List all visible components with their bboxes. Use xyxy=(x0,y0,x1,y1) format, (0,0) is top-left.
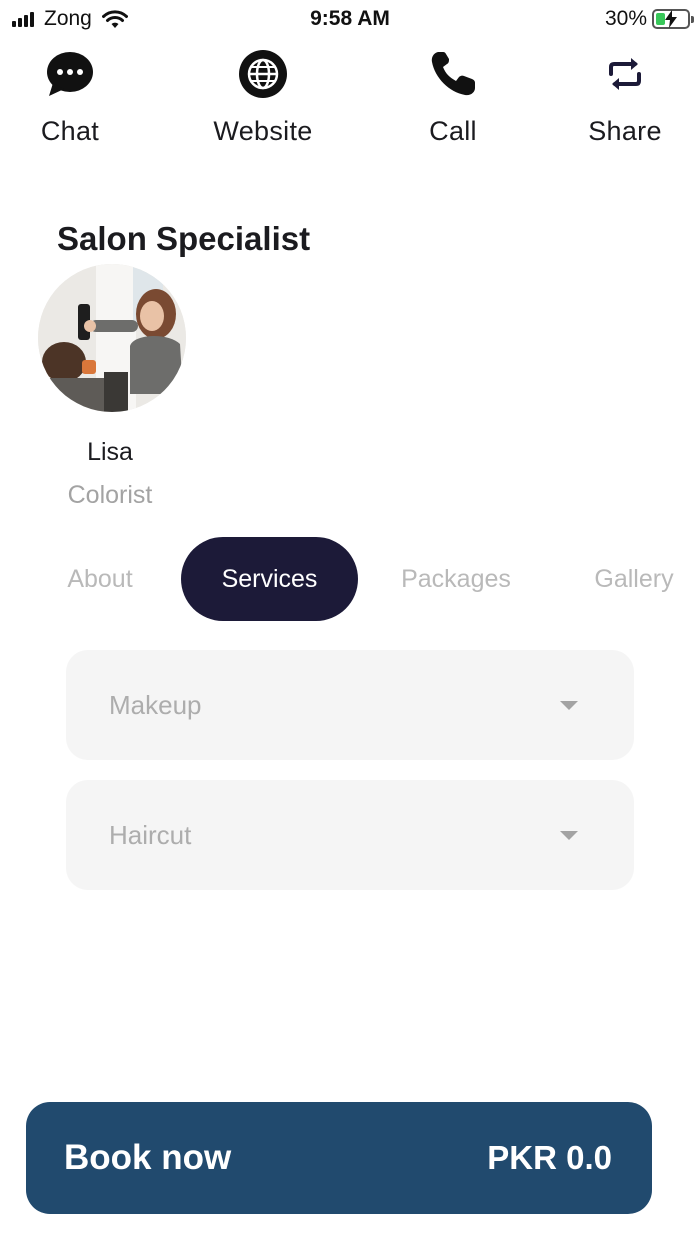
chat-bubble-icon xyxy=(44,48,96,100)
caret-down-icon xyxy=(560,701,578,710)
chat-action[interactable]: Chat xyxy=(0,48,140,147)
status-time: 9:58 AM xyxy=(310,7,390,30)
tab-services-label: Services xyxy=(221,564,318,593)
tab-about-label: About xyxy=(67,564,133,593)
share-repeat-icon xyxy=(599,48,651,100)
share-action[interactable]: Share xyxy=(555,48,695,147)
call-action[interactable]: Call xyxy=(383,48,523,147)
total-price: PKR 0.0 xyxy=(487,1139,612,1176)
tab-packages[interactable]: Packages xyxy=(378,537,534,621)
phone-icon xyxy=(427,48,479,100)
service-dropdown-makeup[interactable]: Makeup xyxy=(66,650,634,760)
service-dropdown-haircut[interactable]: Haircut xyxy=(66,780,634,890)
tab-about[interactable]: About xyxy=(40,537,160,621)
action-row: Chat Website Call Share xyxy=(0,48,700,158)
share-label: Share xyxy=(588,116,662,146)
book-now-label: Book now xyxy=(64,1138,232,1177)
tab-services[interactable]: Services xyxy=(181,537,358,621)
book-now-button[interactable]: Book now PKR 0.0 xyxy=(26,1102,652,1214)
specialist-role: Colorist xyxy=(67,481,153,509)
service-dropdown-label: Makeup xyxy=(109,689,202,720)
section-title: Salon Specialist xyxy=(57,220,311,257)
charging-bolt-icon xyxy=(665,10,677,28)
battery-icon xyxy=(652,9,694,29)
tab-bar: About Services Packages Gallery xyxy=(0,537,700,621)
status-right: 30% xyxy=(604,7,694,31)
call-label: Call xyxy=(429,116,477,146)
chat-label: Chat xyxy=(40,116,100,146)
caret-down-icon xyxy=(560,831,578,840)
website-action[interactable]: Website xyxy=(193,48,333,147)
specialist-avatar[interactable] xyxy=(38,264,186,412)
tab-packages-label: Packages xyxy=(401,564,511,593)
service-dropdown-label: Haircut xyxy=(109,819,192,850)
status-bar: Zong 9:58 AM 30% xyxy=(0,0,700,38)
battery-percent: 30% xyxy=(604,7,647,30)
website-label: Website xyxy=(213,116,313,146)
tab-gallery[interactable]: Gallery xyxy=(575,537,693,621)
globe-icon xyxy=(237,48,289,100)
specialist-name: Lisa xyxy=(87,438,133,466)
tab-gallery-label: Gallery xyxy=(594,564,674,593)
